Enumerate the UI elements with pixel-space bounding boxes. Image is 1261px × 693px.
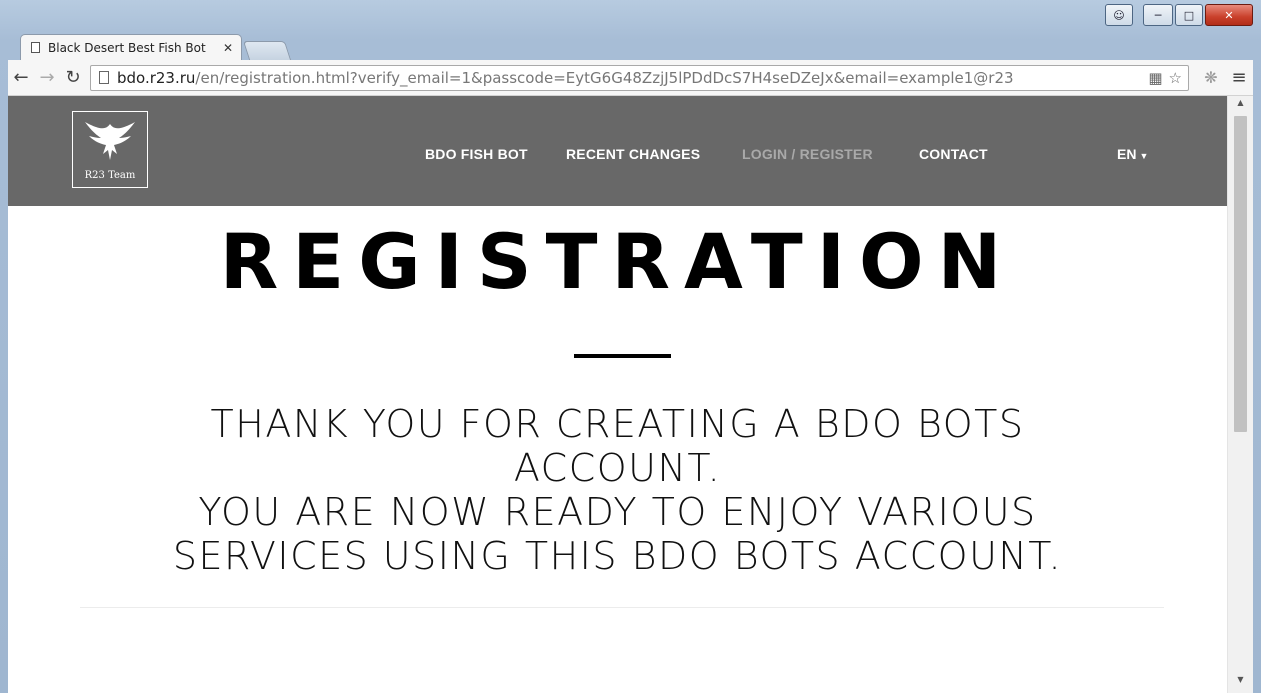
confirmation-message: Thank you for creating a BDO Bots accoun… — [108, 402, 1127, 578]
tab-close-icon[interactable]: ✕ — [223, 41, 233, 55]
minimize-icon[interactable]: ─ — [1143, 4, 1173, 26]
browser-tab[interactable]: Black Desert Best Fish Bot ✕ — [20, 34, 242, 60]
nav-login-register[interactable]: LOGIN / REGISTER — [742, 146, 873, 162]
extension-icon[interactable]: ❋ — [1197, 68, 1225, 87]
reload-icon[interactable]: ↻ — [60, 67, 86, 88]
address-bar[interactable]: bdo.r23.ru/en/registration.html?verify_e… — [90, 64, 1189, 91]
nav-bdo-fish-bot[interactable]: BDO FISH BOT — [425, 146, 528, 162]
page-icon — [31, 42, 40, 53]
site-header: R23 Team BDO FISH BOT RECENT CHANGES LOG… — [8, 96, 1227, 206]
message-line: Thank you for creating a BDO Bots — [210, 402, 1025, 446]
star-icon[interactable]: ☆ — [1169, 69, 1182, 87]
title-divider — [574, 354, 671, 358]
url-host: bdo.r23.ru — [117, 68, 196, 87]
page-viewport: R23 Team BDO FISH BOT RECENT CHANGES LOG… — [8, 96, 1253, 693]
back-arrow-icon[interactable]: ← — [8, 67, 34, 88]
browser-toolbar: ← → ↻ bdo.r23.ru/en/registration.html?ve… — [8, 60, 1253, 96]
eagle-icon — [85, 122, 135, 160]
menu-icon[interactable]: ≡ — [1225, 67, 1253, 88]
translate-icon[interactable]: ▦ — [1148, 69, 1162, 87]
content-separator — [80, 607, 1164, 608]
nav-contact[interactable]: CONTACT — [919, 146, 988, 162]
web-page: R23 Team BDO FISH BOT RECENT CHANGES LOG… — [8, 96, 1227, 693]
new-tab-button[interactable] — [242, 41, 292, 60]
message-line: account. — [513, 446, 722, 490]
browser-window: ☺ ─ □ ✕ Black Desert Best Fish Bot ✕ ← →… — [0, 0, 1261, 693]
message-line: You are now ready to enjoy various — [198, 490, 1037, 534]
forward-arrow-icon[interactable]: → — [34, 67, 60, 88]
tab-strip: Black Desert Best Fish Bot ✕ — [20, 32, 292, 60]
logo-text: R23 Team — [84, 170, 136, 181]
message-line: services using this BDO Bots account. — [172, 534, 1063, 578]
vertical-scrollbar[interactable]: ▲ ▼ — [1227, 96, 1253, 693]
page-icon — [99, 71, 109, 84]
scroll-down-icon[interactable]: ▼ — [1228, 675, 1253, 691]
url-path: /en/registration.html?verify_email=1&pas… — [195, 68, 1014, 87]
scroll-thumb[interactable] — [1234, 116, 1247, 432]
language-dropdown[interactable]: EN ▼ — [1117, 146, 1148, 162]
nav-recent-changes[interactable]: RECENT CHANGES — [566, 146, 700, 162]
user-icon[interactable]: ☺ — [1105, 4, 1133, 26]
scroll-up-icon[interactable]: ▲ — [1228, 98, 1253, 114]
omnibox-icons: ▦ ☆ — [1146, 68, 1182, 87]
language-label: EN — [1117, 146, 1137, 162]
window-controls: ☺ ─ □ ✕ — [1105, 4, 1253, 26]
close-icon[interactable]: ✕ — [1205, 4, 1253, 26]
maximize-icon[interactable]: □ — [1175, 4, 1203, 26]
tab-title: Black Desert Best Fish Bot — [48, 40, 206, 55]
page-title: REGISTRATION — [219, 217, 1016, 306]
caret-down-icon: ▼ — [1139, 151, 1149, 161]
site-logo[interactable]: R23 Team — [72, 111, 148, 188]
